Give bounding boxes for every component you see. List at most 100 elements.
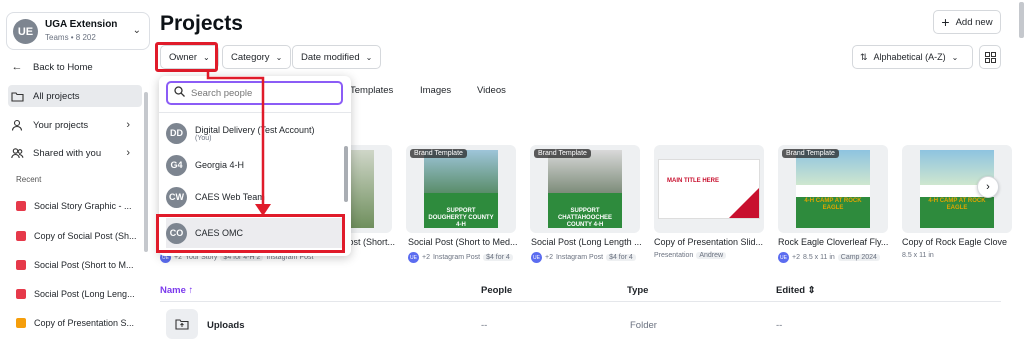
sidebar-item-shared-with-you[interactable]: Shared with you › bbox=[8, 142, 142, 164]
people-icon bbox=[8, 147, 26, 159]
recent-item-label: Social Post (Long Leng... bbox=[34, 289, 135, 299]
chevron-down-icon: ⌄ bbox=[365, 52, 373, 62]
sort-icon: ⇅ bbox=[860, 51, 868, 62]
table-row-name[interactable]: Uploads bbox=[207, 320, 244, 331]
sidebar-item-your-projects[interactable]: Your projects › bbox=[8, 114, 142, 136]
plus-icon: + bbox=[941, 14, 950, 30]
meta-type: Presentation bbox=[654, 252, 694, 259]
team-subtitle: Teams • 8 202 bbox=[45, 33, 96, 42]
brand-template-badge: Brand Template bbox=[534, 149, 591, 158]
card-title[interactable]: Copy of Rock Eagle Clove bbox=[902, 237, 1012, 247]
meta-users: +2 bbox=[422, 254, 430, 261]
chevron-right-icon: › bbox=[126, 147, 130, 159]
tab-images[interactable]: Images bbox=[420, 85, 451, 96]
sort-dropdown[interactable]: ⇅ Alphabetical (A-Z) ⌄ bbox=[852, 45, 973, 69]
table-row-type: Folder bbox=[630, 320, 657, 331]
category-filter-button[interactable]: Category ⌄ bbox=[222, 45, 292, 69]
meta-type: Instagram Post bbox=[555, 254, 604, 261]
sidebar-item-back-home[interactable]: ← Back to Home bbox=[8, 56, 142, 78]
card-title[interactable]: Rock Eagle Cloverleaf Fly... bbox=[778, 237, 894, 247]
sidebar-item-label: Your projects bbox=[33, 119, 89, 131]
team-switcher[interactable]: UE UGA Extension Teams • 8 202 ⌄ bbox=[6, 12, 150, 50]
add-new-label: Add new bbox=[955, 16, 993, 28]
card-meta: UE +2 Instagram Post $4 for 4 bbox=[408, 252, 513, 263]
caes-omc-highlight-annotation bbox=[156, 214, 345, 253]
design-icon bbox=[16, 260, 26, 270]
design-card[interactable]: 4-H CAMP AT ROCK EAGLE Brand Template bbox=[778, 145, 888, 233]
meta-users: +2 bbox=[792, 254, 800, 261]
search-people-input[interactable] bbox=[191, 87, 331, 99]
avatar: UE bbox=[778, 252, 789, 263]
sort-icon: ⇕ bbox=[807, 285, 816, 296]
recent-item-label: Social Post (Short to M... bbox=[34, 260, 134, 270]
column-header-type: Type bbox=[627, 285, 649, 296]
owner-option-name: CAES Web Team bbox=[195, 192, 265, 202]
sidebar-item-label: Back to Home bbox=[33, 61, 93, 73]
card-title[interactable]: Social Post (Short to Med... bbox=[408, 237, 524, 247]
avatar: G4 bbox=[166, 154, 187, 176]
owner-option[interactable]: CW CAES Web Team bbox=[166, 182, 342, 212]
recent-heading: Recent bbox=[16, 175, 42, 184]
design-card[interactable]: SUPPORT CHATTAHOOCHEE COUNTY 4-H Brand T… bbox=[530, 145, 640, 233]
folder-icon bbox=[166, 309, 198, 339]
recent-item[interactable]: Social Post (Short to M... bbox=[16, 255, 142, 275]
team-name: UGA Extension bbox=[45, 19, 118, 30]
table-divider bbox=[160, 301, 1001, 302]
chevron-down-icon: ⌄ bbox=[275, 52, 283, 62]
column-header-edited[interactable]: Edited ⇕ bbox=[776, 285, 816, 296]
design-icon bbox=[16, 318, 26, 328]
card-title[interactable]: Social Post (Long Length ... bbox=[531, 237, 647, 247]
card-title[interactable]: Copy of Presentation Slid... bbox=[654, 237, 770, 247]
card-meta: 8.5 x 11 in bbox=[902, 252, 934, 259]
design-thumbnail: 4-H CAMP AT ROCK EAGLE bbox=[796, 150, 870, 228]
tab-templates[interactable]: Templates bbox=[350, 85, 393, 96]
recent-item-label: Social Story Graphic - ... bbox=[34, 201, 132, 211]
page-scrollbar[interactable] bbox=[1019, 2, 1024, 38]
column-header-people: People bbox=[481, 285, 513, 296]
tab-videos[interactable]: Videos bbox=[477, 85, 506, 96]
team-avatar: UE bbox=[13, 19, 38, 44]
brand-template-badge: Brand Template bbox=[782, 149, 839, 158]
recent-item[interactable]: Copy of Social Post (Sh... bbox=[16, 226, 142, 246]
column-header-name[interactable]: Name ↑ bbox=[160, 285, 193, 296]
page-title: Projects bbox=[160, 12, 243, 35]
grid-view-icon[interactable] bbox=[979, 45, 1001, 69]
thumbnail-text: 4-H CAMP AT ROCK EAGLE bbox=[928, 198, 986, 211]
table-row-edited: -- bbox=[776, 320, 783, 331]
dropdown-scrollbar[interactable] bbox=[344, 146, 348, 202]
brand-template-badge: Brand Template bbox=[410, 149, 467, 158]
thumbnail-text: MAIN TITLE HERE bbox=[667, 178, 719, 184]
sidebar-item-all-projects[interactable]: All projects bbox=[8, 85, 142, 107]
avatar: CW bbox=[166, 186, 187, 208]
add-new-button[interactable]: + Add new bbox=[933, 10, 1001, 34]
dropdown-divider bbox=[159, 112, 351, 113]
design-icon bbox=[16, 201, 26, 211]
sidebar: UE UGA Extension Teams • 8 202 ⌄ ← Back … bbox=[0, 0, 152, 348]
sidebar-scrollbar[interactable] bbox=[144, 92, 148, 252]
sort-label: Alphabetical (A-Z) bbox=[873, 52, 946, 62]
design-card[interactable]: SUPPORT DOUGHERTY COUNTY 4-H Brand Templ… bbox=[406, 145, 516, 233]
thumbnail-text: SUPPORT CHATTAHOOCHEE COUNTY 4-H bbox=[557, 208, 613, 228]
date-filter-label: Date modified bbox=[301, 51, 360, 63]
owner-option[interactable]: DD Digital Delivery (Test Account) (You) bbox=[166, 118, 342, 148]
table-row-people: -- bbox=[481, 320, 488, 331]
category-filter-label: Category bbox=[231, 51, 270, 63]
design-thumbnail: MAIN TITLE HERE bbox=[658, 159, 760, 219]
design-icon bbox=[16, 289, 26, 299]
owner-option-name: Georgia 4-H bbox=[195, 160, 245, 170]
carousel-next-button[interactable]: › bbox=[977, 176, 999, 198]
design-card[interactable]: MAIN TITLE HERE bbox=[654, 145, 764, 233]
card-meta: UE +2 8.5 x 11 in Camp 2024 bbox=[778, 252, 880, 263]
search-icon bbox=[174, 86, 185, 100]
meta-type: Instagram Post bbox=[432, 254, 481, 261]
owner-option-sub: (You) bbox=[195, 134, 212, 142]
recent-item-label: Copy of Social Post (Sh... bbox=[34, 231, 137, 241]
recent-item[interactable]: Social Story Graphic - ... bbox=[16, 196, 142, 216]
chevron-right-icon: › bbox=[126, 119, 130, 131]
owner-option[interactable]: G4 Georgia 4-H bbox=[166, 150, 342, 180]
recent-item[interactable]: Copy of Presentation S... bbox=[16, 313, 142, 333]
arrow-left-icon: ← bbox=[11, 61, 23, 73]
recent-item[interactable]: Social Post (Long Leng... bbox=[16, 284, 142, 304]
search-people-field[interactable] bbox=[166, 81, 343, 105]
date-modified-filter-button[interactable]: Date modified ⌄ bbox=[292, 45, 382, 69]
